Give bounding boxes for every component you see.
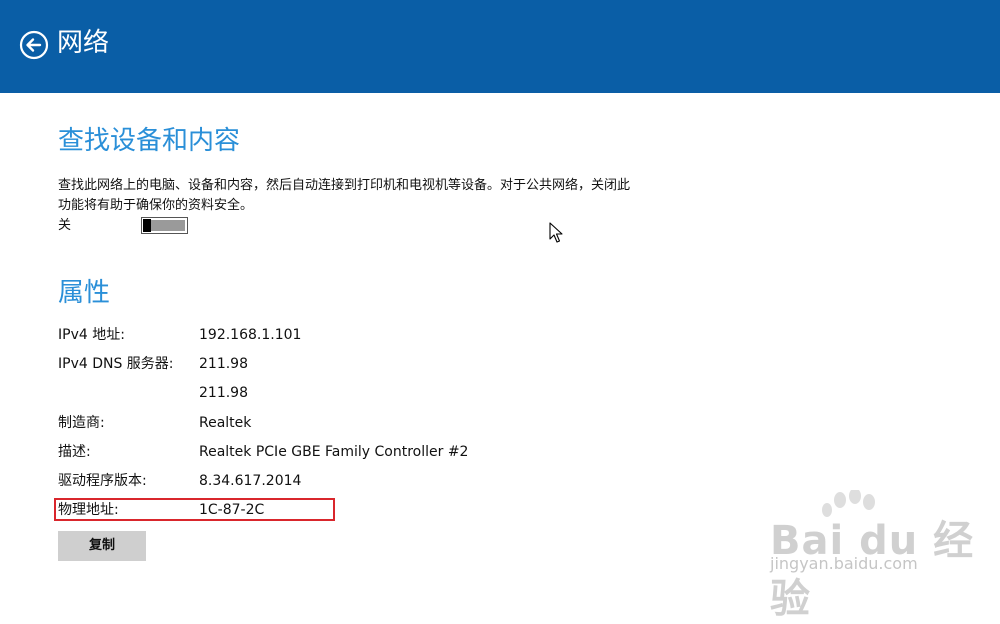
page-title: 网络 — [57, 28, 110, 58]
discovery-toggle[interactable] — [141, 217, 188, 234]
toggle-thumb[interactable] — [143, 219, 151, 232]
property-value: 192.168.1.101 — [199, 327, 302, 343]
property-row-dns: IPv4 DNS 服务器: 211.98 — [58, 353, 658, 375]
header-bar: 网络 — [0, 0, 1000, 93]
property-key: 驱动程序版本: — [58, 473, 147, 489]
discovery-section-title: 查找设备和内容 — [58, 126, 241, 156]
property-row-manufacturer: 制造商: Realtek — [58, 412, 658, 434]
property-value: Realtek — [199, 415, 252, 431]
toggle-state-label: 关 — [58, 218, 72, 233]
property-value: 211.98 — [199, 385, 248, 401]
watermark-url: jingyan.baidu.com — [770, 554, 918, 573]
property-row-dns-secondary: 211.98 — [58, 382, 658, 404]
property-key: IPv4 地址: — [58, 327, 125, 343]
back-arrow-icon — [19, 30, 49, 60]
discovery-description: 查找此网络上的电脑、设备和内容，然后自动连接到打印机和电视机等设备。对于公共网络… — [58, 178, 631, 213]
copy-button[interactable]: 复制 — [58, 531, 146, 561]
back-button[interactable] — [19, 30, 49, 60]
property-value: 8.34.617.2014 — [199, 473, 302, 489]
property-key: IPv4 DNS 服务器: — [58, 356, 174, 372]
property-row-driver-version: 驱动程序版本: 8.34.617.2014 — [58, 470, 658, 492]
property-key: 制造商: — [58, 415, 105, 431]
property-value: 211.98 — [199, 356, 248, 372]
property-value: Realtek PCIe GBE Family Controller #2 — [199, 444, 469, 460]
properties-section-title: 属性 — [58, 278, 111, 308]
toggle-track — [151, 220, 185, 231]
property-row-description: 描述: Realtek PCIe GBE Family Controller #… — [58, 441, 658, 463]
property-key: 描述: — [58, 444, 91, 460]
property-row-ipv4: IPv4 地址: 192.168.1.101 — [58, 324, 658, 346]
mouse-cursor-icon — [549, 222, 563, 243]
highlight-box — [54, 498, 335, 521]
